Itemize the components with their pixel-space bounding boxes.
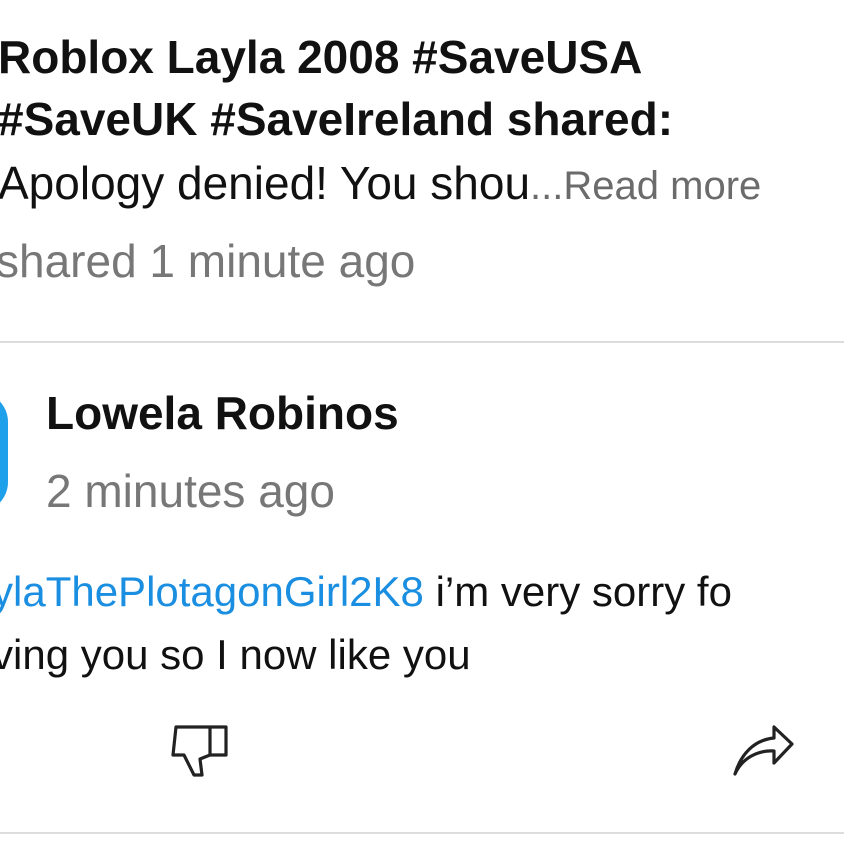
shared-post-timestamp: shared 1 minute ago <box>0 235 416 287</box>
avatar[interactable] <box>0 392 8 512</box>
thumbs-down-icon[interactable] <box>170 722 232 778</box>
shared-post-title: Roblox Layla 2008 #SaveUSA #SaveUK #Save… <box>0 26 673 150</box>
comment-divider <box>0 832 844 834</box>
comment-text-continuation: i’m very sorry fo <box>423 568 732 615</box>
shared-post-body: Apology denied! You shou...Read more <box>0 154 761 215</box>
shared-post-title-line-2: #SaveUK #SaveIreland shared: <box>0 93 674 145</box>
comment-text-line-2: ving you so I now like you <box>0 631 471 678</box>
post-divider <box>0 341 844 343</box>
user-mention-link[interactable]: ylaThePlotagonGirl2K8 <box>0 568 424 615</box>
comment-timestamp: 2 minutes ago <box>46 465 335 517</box>
share-arrow-icon[interactable] <box>730 722 796 778</box>
feed-page: Roblox Layla 2008 #SaveUSA #SaveUK #Save… <box>0 0 844 844</box>
read-more-link[interactable]: ...Read more <box>530 164 761 208</box>
comment-author-name[interactable]: Lowela Robinos <box>46 384 399 442</box>
shared-post-preview: Apology denied! You shou <box>0 157 531 209</box>
comment-text-line-1: ylaThePlotagonGirl2K8 i’m very sorry fo <box>0 564 732 620</box>
shared-post-title-line-1: Roblox Layla 2008 #SaveUSA <box>0 31 643 83</box>
